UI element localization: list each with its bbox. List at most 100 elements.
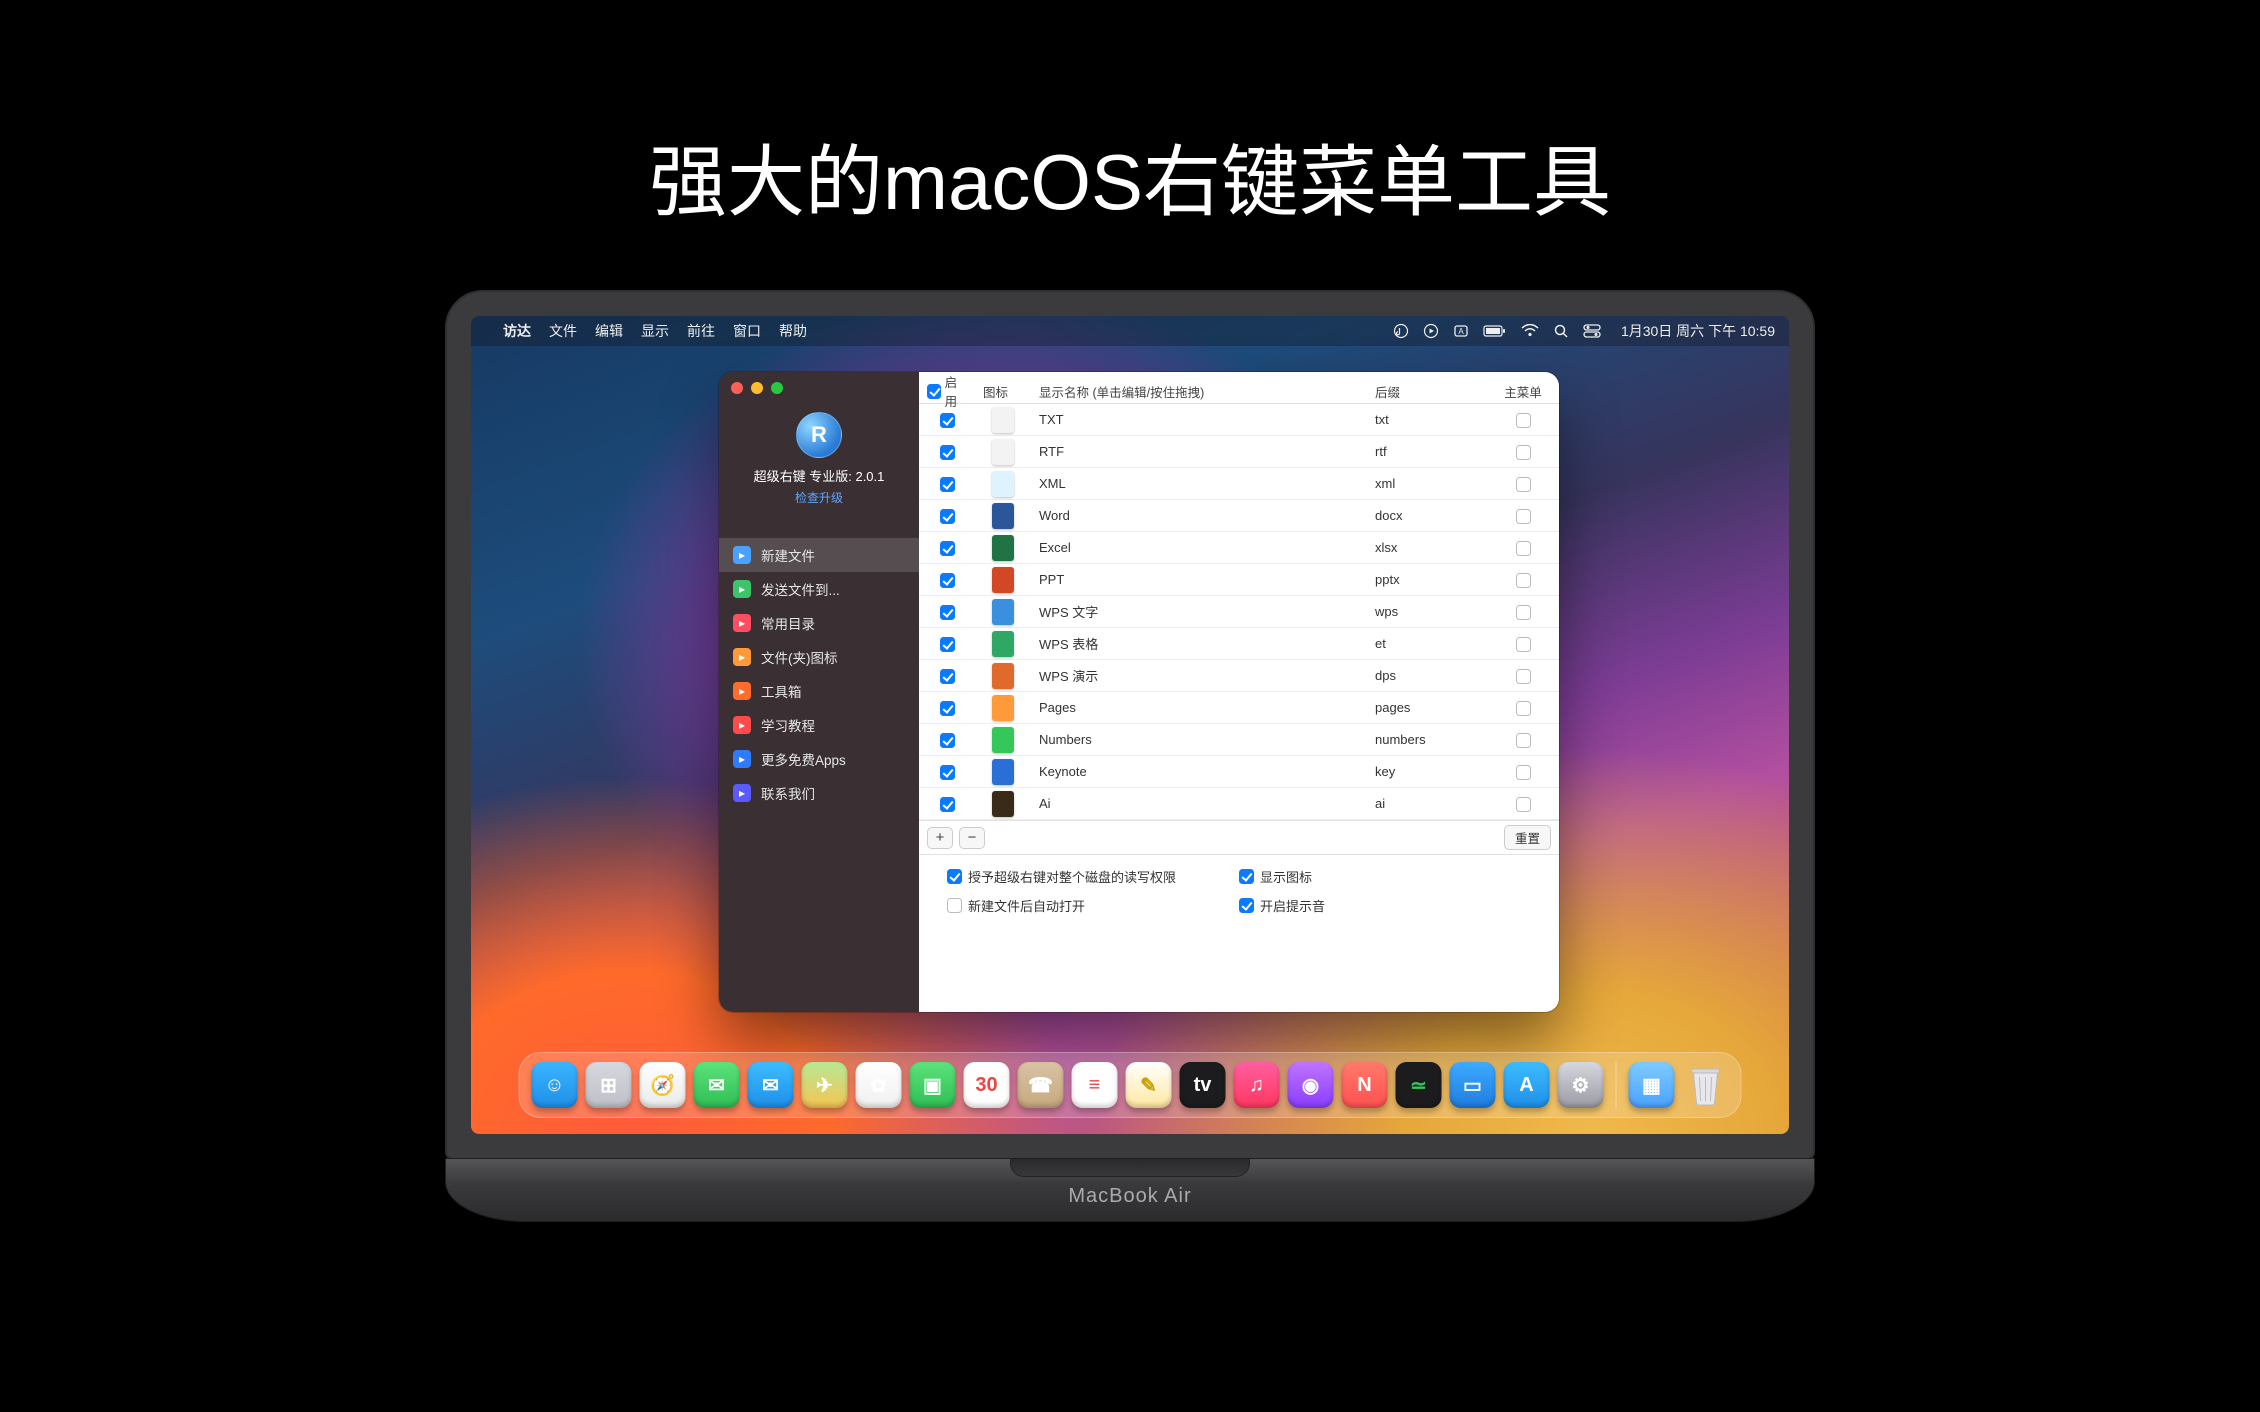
row-mainmenu-checkbox[interactable] bbox=[1516, 765, 1531, 780]
row-mainmenu-checkbox[interactable] bbox=[1516, 573, 1531, 588]
dock-settings[interactable]: ⚙ bbox=[1558, 1062, 1604, 1108]
menu-file[interactable]: 文件 bbox=[549, 321, 577, 341]
battery-icon[interactable] bbox=[1483, 324, 1507, 338]
row-mainmenu-checkbox[interactable] bbox=[1516, 413, 1531, 428]
table-row[interactable]: WPS 文字wps bbox=[919, 596, 1559, 628]
control-center-icon[interactable] bbox=[1583, 324, 1601, 338]
row-mainmenu-checkbox[interactable] bbox=[1516, 701, 1531, 716]
table-row[interactable]: XMLxml bbox=[919, 468, 1559, 500]
input-icon[interactable]: A bbox=[1453, 323, 1469, 339]
row-name[interactable]: Keynote bbox=[1031, 764, 1367, 779]
menu-help[interactable]: 帮助 bbox=[779, 321, 807, 341]
row-mainmenu-checkbox[interactable] bbox=[1516, 733, 1531, 748]
check-update-link[interactable]: 检查升级 bbox=[719, 489, 919, 506]
menubar-clock[interactable]: 1月30日 周六 下午 10:59 bbox=[1621, 321, 1775, 341]
row-mainmenu-checkbox[interactable] bbox=[1516, 477, 1531, 492]
menu-edit[interactable]: 编辑 bbox=[595, 321, 623, 341]
dock-music[interactable]: ♫ bbox=[1234, 1062, 1280, 1108]
row-mainmenu-checkbox[interactable] bbox=[1516, 605, 1531, 620]
dock-podcasts[interactable]: ◉ bbox=[1288, 1062, 1334, 1108]
menu-go[interactable]: 前往 bbox=[687, 321, 715, 341]
dock-news[interactable]: N bbox=[1342, 1062, 1388, 1108]
sidebar-item-1[interactable]: ▸发送文件到... bbox=[719, 572, 919, 606]
menubar-app-name[interactable]: 访达 bbox=[503, 321, 531, 341]
sidebar-item-4[interactable]: ▸工具箱 bbox=[719, 674, 919, 708]
row-name[interactable]: WPS 表格 bbox=[1031, 634, 1367, 653]
option-autoopen[interactable]: 新建文件后自动打开 bbox=[947, 896, 1239, 915]
play-icon[interactable] bbox=[1423, 323, 1439, 339]
option-sound[interactable]: 开启提示音 bbox=[1239, 896, 1531, 915]
row-name[interactable]: XML bbox=[1031, 476, 1367, 491]
row-mainmenu-checkbox[interactable] bbox=[1516, 637, 1531, 652]
add-button[interactable]: + bbox=[927, 827, 953, 849]
table-row[interactable]: Worddocx bbox=[919, 500, 1559, 532]
row-name[interactable]: Numbers bbox=[1031, 732, 1367, 747]
sidebar-item-3[interactable]: ▸文件(夹)图标 bbox=[719, 640, 919, 674]
reset-button[interactable]: 重置 bbox=[1504, 825, 1551, 850]
row-enable-checkbox[interactable] bbox=[940, 605, 955, 620]
dock-finder[interactable]: ☺ bbox=[532, 1062, 578, 1108]
dock-keynote[interactable]: ▭ bbox=[1450, 1062, 1496, 1108]
dock-appstore[interactable]: A bbox=[1504, 1062, 1550, 1108]
row-mainmenu-checkbox[interactable] bbox=[1516, 669, 1531, 684]
window-minimize-button[interactable] bbox=[751, 382, 763, 394]
dock-launchpad[interactable]: ⊞ bbox=[586, 1062, 632, 1108]
music-icon[interactable] bbox=[1393, 323, 1409, 339]
row-name[interactable]: TXT bbox=[1031, 412, 1367, 427]
table-row[interactable]: RTFrtf bbox=[919, 436, 1559, 468]
remove-button[interactable]: − bbox=[959, 827, 985, 849]
table-row[interactable]: Pagespages bbox=[919, 692, 1559, 724]
dock-notes[interactable]: ✎ bbox=[1126, 1062, 1172, 1108]
wifi-icon[interactable] bbox=[1521, 324, 1539, 338]
window-close-button[interactable] bbox=[731, 382, 743, 394]
row-mainmenu-checkbox[interactable] bbox=[1516, 509, 1531, 524]
row-mainmenu-checkbox[interactable] bbox=[1516, 797, 1531, 812]
row-name[interactable]: WPS 文字 bbox=[1031, 602, 1367, 621]
row-name[interactable]: PPT bbox=[1031, 572, 1367, 587]
table-row[interactable]: Aiai bbox=[919, 788, 1559, 820]
table-row[interactable]: PPTpptx bbox=[919, 564, 1559, 596]
dock-tv[interactable]: tv bbox=[1180, 1062, 1226, 1108]
dock-messages[interactable]: ✉ bbox=[694, 1062, 740, 1108]
table-row[interactable]: Excelxlsx bbox=[919, 532, 1559, 564]
dock-calendar[interactable]: 30 bbox=[964, 1062, 1010, 1108]
dock-photos[interactable]: ✿ bbox=[856, 1062, 902, 1108]
sidebar-item-0[interactable]: ▸新建文件 bbox=[719, 538, 919, 572]
row-enable-checkbox[interactable] bbox=[940, 413, 955, 428]
col-mainmenu[interactable]: 主菜单 bbox=[1487, 382, 1559, 401]
row-enable-checkbox[interactable] bbox=[940, 797, 955, 812]
table-row[interactable]: TXTtxt bbox=[919, 404, 1559, 436]
col-ext[interactable]: 后缀 bbox=[1367, 382, 1487, 401]
row-name[interactable]: RTF bbox=[1031, 444, 1367, 459]
row-enable-checkbox[interactable] bbox=[940, 477, 955, 492]
dock-recent-folder[interactable]: ▦ bbox=[1629, 1062, 1675, 1108]
dock-facetime[interactable]: ▣ bbox=[910, 1062, 956, 1108]
col-icon[interactable]: 图标 bbox=[975, 382, 1031, 401]
row-enable-checkbox[interactable] bbox=[940, 637, 955, 652]
row-enable-checkbox[interactable] bbox=[940, 541, 955, 556]
dock-reminders[interactable]: ≡ bbox=[1072, 1062, 1118, 1108]
row-enable-checkbox[interactable] bbox=[940, 765, 955, 780]
row-enable-checkbox[interactable] bbox=[940, 701, 955, 716]
dock-mail[interactable]: ✉ bbox=[748, 1062, 794, 1108]
option-showicon[interactable]: 显示图标 bbox=[1239, 867, 1531, 886]
row-name[interactable]: Pages bbox=[1031, 700, 1367, 715]
row-enable-checkbox[interactable] bbox=[940, 573, 955, 588]
table-row[interactable]: WPS 演示dps bbox=[919, 660, 1559, 692]
dock-safari[interactable]: 🧭 bbox=[640, 1062, 686, 1108]
search-icon[interactable] bbox=[1553, 323, 1569, 339]
dock-contacts[interactable]: ☎ bbox=[1018, 1062, 1064, 1108]
dock-stocks[interactable]: ≃ bbox=[1396, 1062, 1442, 1108]
row-name[interactable]: Excel bbox=[1031, 540, 1367, 555]
row-name[interactable]: Word bbox=[1031, 508, 1367, 523]
table-row[interactable]: Keynotekey bbox=[919, 756, 1559, 788]
row-enable-checkbox[interactable] bbox=[940, 509, 955, 524]
row-enable-checkbox[interactable] bbox=[940, 445, 955, 460]
dock-maps[interactable]: ✈ bbox=[802, 1062, 848, 1108]
row-name[interactable]: WPS 演示 bbox=[1031, 666, 1367, 685]
row-mainmenu-checkbox[interactable] bbox=[1516, 445, 1531, 460]
sidebar-item-7[interactable]: ▸联系我们 bbox=[719, 776, 919, 810]
row-mainmenu-checkbox[interactable] bbox=[1516, 541, 1531, 556]
window-zoom-button[interactable] bbox=[771, 382, 783, 394]
table-row[interactable]: WPS 表格et bbox=[919, 628, 1559, 660]
